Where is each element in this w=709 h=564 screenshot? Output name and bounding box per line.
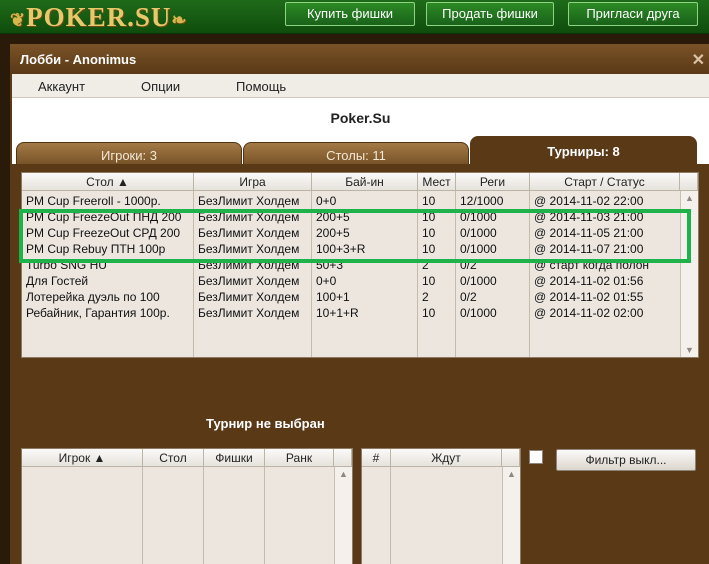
lobby-window: Лобби - Anonimus ✕ Аккаунт Опции Помощь … <box>10 44 709 564</box>
table-cell: 0+0 <box>316 274 337 288</box>
wing-right-icon: ❧ <box>171 10 188 30</box>
menu-item-account[interactable]: Аккаунт <box>38 79 85 94</box>
highlight-box <box>19 209 691 263</box>
table-cell: 10 <box>422 306 436 320</box>
menu-item-help[interactable]: Помощь <box>236 79 286 94</box>
table-cell: 10+1+R <box>316 306 359 320</box>
waiting-table: # Ждут ▲ <box>361 448 521 564</box>
column-header-table[interactable]: Стол <box>143 449 204 467</box>
table-cell: 0/1000 <box>460 306 497 320</box>
window-titlebar: Лобби - Anonimus ✕ <box>10 44 709 74</box>
logo-text: POKER.SU <box>26 2 172 32</box>
table-cell: БезЛимит Холдем <box>198 306 300 320</box>
table-cell: БезЛимит Холдем <box>198 194 300 208</box>
invite-friend-button[interactable]: Пригласи друга <box>568 2 698 26</box>
column-divider <box>390 467 391 564</box>
scroll-up-icon[interactable]: ▲ <box>681 193 698 203</box>
column-header-spacer <box>502 449 520 467</box>
table-cell: Лотерейка дуэль по 100 <box>26 290 160 304</box>
players-table: Игрок ▲ Стол Фишки Ранк ▲ <box>21 448 353 564</box>
table-cell: @ 2014-11-02 01:56 <box>534 274 644 288</box>
column-header-player[interactable]: Игрок ▲ <box>22 449 143 467</box>
column-header-registered[interactable]: Реги <box>456 173 530 191</box>
brand-title: Poker.Su <box>330 110 391 126</box>
table-cell: @ 2014-11-02 22:00 <box>534 194 644 208</box>
scroll-down-icon[interactable]: ▼ <box>681 345 698 355</box>
waiting-scrollbar[interactable]: ▲ <box>502 467 520 564</box>
tournaments-table: Стол ▲ Игра Бай-ин Мест Реги Старт / Ста… <box>21 172 699 358</box>
table-cell: 12/1000 <box>460 194 504 208</box>
table-cell: PM Cup Freeroll - 1000р. <box>26 194 161 208</box>
column-header-rank[interactable]: Ранк <box>265 449 334 467</box>
tournaments-content: Стол ▲ Игра Бай-ин Мест Реги Старт / Ста… <box>12 164 709 564</box>
column-header-buyin[interactable]: Бай-ин <box>312 173 418 191</box>
column-divider <box>264 467 265 564</box>
column-header-table[interactable]: Стол ▲ <box>22 173 194 191</box>
column-header-seats[interactable]: Мест <box>418 173 456 191</box>
buy-chips-button[interactable]: Купить фишки <box>285 2 415 26</box>
table-cell: БезЛимит Холдем <box>198 274 300 288</box>
menu-bar: Аккаунт Опции Помощь <box>12 74 709 98</box>
column-header-chips[interactable]: Фишки <box>204 449 265 467</box>
column-header-waiting[interactable]: Ждут <box>391 449 502 467</box>
column-header-game[interactable]: Игра <box>194 173 312 191</box>
column-header-spacer <box>680 173 698 191</box>
table-cell: 10 <box>422 194 436 208</box>
site-header: ❦POKER.SU❧ Купить фишки Продать фишки Пр… <box>0 0 709 34</box>
table-cell: 0/1000 <box>460 274 497 288</box>
table-cell: 10 <box>422 274 436 288</box>
table-cell: @ 2014-11-02 02:00 <box>534 306 644 320</box>
table-cell: Ребайник, Гарантия 100р. <box>26 306 170 320</box>
window-title: Лобби - Anonimus <box>20 52 137 67</box>
menu-item-options[interactable]: Опции <box>141 79 180 94</box>
table-cell: 100+1 <box>316 290 350 304</box>
table-cell: @ 2014-11-02 01:55 <box>534 290 644 304</box>
column-header-start-status[interactable]: Старт / Статус <box>530 173 680 191</box>
column-divider <box>142 467 143 564</box>
filter-checkbox[interactable] <box>529 450 543 464</box>
scroll-up-icon[interactable]: ▲ <box>335 469 352 479</box>
scroll-up-icon[interactable]: ▲ <box>503 469 520 479</box>
filter-button[interactable]: Фильтр выкл... <box>556 449 696 471</box>
no-tournament-selected: Турнир не выбран <box>206 416 325 431</box>
table-cell: БезЛимит Холдем <box>198 290 300 304</box>
wing-left-icon: ❦ <box>10 10 27 30</box>
sell-chips-button[interactable]: Продать фишки <box>426 2 554 26</box>
table-cell: 0/2 <box>460 290 477 304</box>
table-cell: 0+0 <box>316 194 337 208</box>
column-header-number[interactable]: # <box>362 449 391 467</box>
table-cell: 2 <box>422 290 429 304</box>
column-divider <box>203 467 204 564</box>
site-logo[interactable]: ❦POKER.SU❧ <box>10 2 188 32</box>
players-scrollbar[interactable]: ▲ <box>334 467 352 564</box>
close-icon[interactable]: ✕ <box>692 50 705 70</box>
column-header-spacer <box>334 449 352 467</box>
table-cell: Для Гостей <box>26 274 89 288</box>
